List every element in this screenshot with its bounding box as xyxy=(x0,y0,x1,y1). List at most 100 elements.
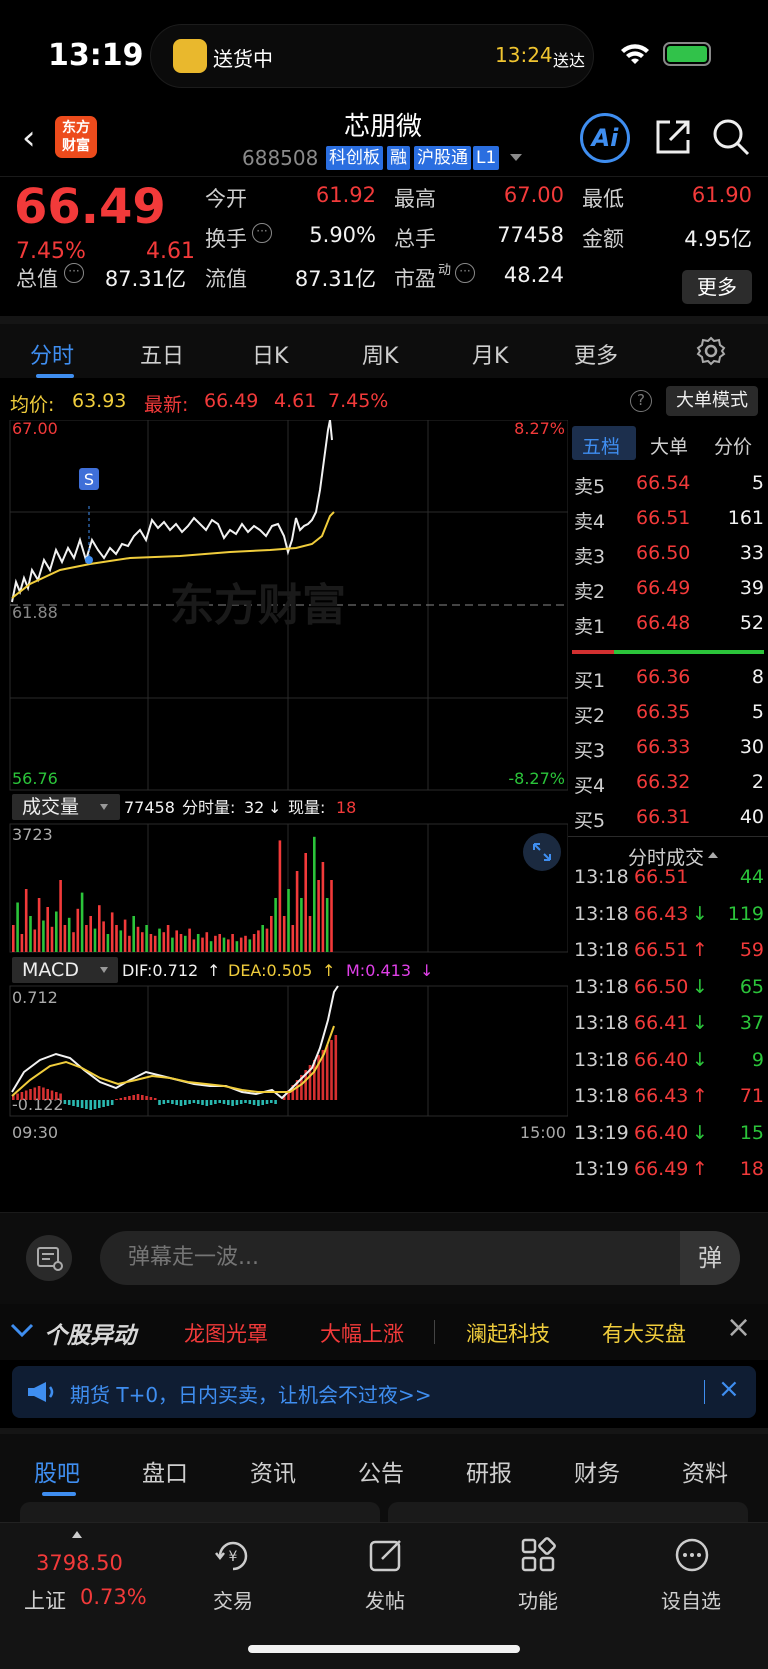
tab-profile[interactable]: 资料 xyxy=(682,1454,728,1488)
axis-top-price: 67.00 xyxy=(12,420,58,438)
macd-bar xyxy=(175,1100,178,1105)
nav-features[interactable]: 功能 xyxy=(493,1585,583,1614)
home-indicator[interactable] xyxy=(248,1645,520,1653)
info-icon[interactable]: ··· xyxy=(455,263,475,283)
tab-announcements[interactable]: 公告 xyxy=(358,1454,404,1488)
more-button[interactable]: 更多 xyxy=(682,270,752,304)
tag-margin[interactable]: 融 xyxy=(387,146,410,170)
movement-item[interactable]: 澜起科技 xyxy=(466,1318,550,1348)
bid-row[interactable]: 买4 66.32 2 xyxy=(568,771,764,801)
post-icon[interactable] xyxy=(368,1537,404,1573)
chevron-up-icon[interactable] xyxy=(708,852,718,858)
tag-level[interactable]: L1 xyxy=(473,146,500,170)
notice-text[interactable]: 期货 T+0，日内买卖，让机会不过夜>> xyxy=(70,1379,432,1408)
tick-row[interactable]: 13:18 66.43 ↓ 119 xyxy=(568,903,764,933)
chevron-down-icon[interactable] xyxy=(10,1322,34,1338)
danmu-settings-icon[interactable] xyxy=(26,1235,72,1281)
share-icon[interactable] xyxy=(654,118,692,156)
ask-row[interactable]: 卖3 66.50 33 xyxy=(568,542,764,572)
average-price-bar: 均价: 63.93 最新: 66.49 4.61 7.45% ? 大单模式 xyxy=(0,384,768,416)
close-icon[interactable]: × xyxy=(718,1374,740,1404)
brand-logo[interactable]: 东方 财富 xyxy=(55,116,97,158)
tick-row[interactable]: 13:19 66.40 ↓ 15 xyxy=(568,1122,764,1152)
macd-bar xyxy=(67,1100,71,1105)
change-percent: 7.45% xyxy=(16,239,86,264)
pe-value: 48.24 xyxy=(503,263,564,287)
tick-row[interactable]: 13:18 66.43 ↑ 71 xyxy=(568,1085,764,1115)
ask-row[interactable]: 卖5 66.54 5 xyxy=(568,472,764,502)
bid-volume: 30 xyxy=(739,736,764,758)
volume-bar xyxy=(20,934,24,952)
help-icon[interactable]: ? xyxy=(630,390,652,412)
tick-row[interactable]: 13:18 66.51 ↑ 59 xyxy=(568,939,764,969)
tag-star-market[interactable]: 科创板 xyxy=(326,146,383,170)
tick-time: 13:19 xyxy=(574,1158,629,1180)
tick-row[interactable]: 13:18 66.51 44 xyxy=(568,866,764,896)
down-arrow: ↓ xyxy=(268,798,281,817)
tab-five-day[interactable]: 五日 xyxy=(140,338,184,370)
movement-item[interactable]: 有大买盘 xyxy=(602,1318,686,1348)
bid-row[interactable]: 买1 66.36 8 xyxy=(568,666,764,696)
ask-row[interactable]: 卖4 66.51 161 xyxy=(568,507,764,537)
index-percent[interactable]: 0.73% xyxy=(80,1585,147,1609)
watchlist-icon[interactable] xyxy=(674,1537,710,1573)
search-icon[interactable] xyxy=(712,118,750,156)
ask-row[interactable]: 卖2 66.49 39 xyxy=(568,577,764,607)
tick-row[interactable]: 13:18 66.50 ↓ 65 xyxy=(568,976,764,1006)
tag-connect[interactable]: 沪股通 xyxy=(414,146,471,170)
tick-volume: 59 xyxy=(739,939,764,961)
danmu-toggle-button[interactable]: 弹 xyxy=(680,1231,740,1285)
ask-row[interactable]: 卖1 66.48 52 xyxy=(568,612,764,642)
intraday-chart[interactable]: 东方财富 67.00 8.27% 61.88 56.76 -8.27% S 成交… xyxy=(0,419,569,1210)
gear-icon[interactable] xyxy=(696,336,726,366)
tab-five-level[interactable]: 五档 xyxy=(582,432,620,459)
close-icon[interactable]: × xyxy=(726,1310,751,1345)
tab-financials[interactable]: 财务 xyxy=(574,1454,620,1488)
tab-monthly-k[interactable]: 月K xyxy=(472,338,508,370)
movement-item[interactable]: 大幅上涨 xyxy=(320,1318,404,1348)
back-button[interactable]: ‹ xyxy=(22,118,36,158)
time-start-label: 09:30 xyxy=(12,1123,58,1142)
bid-row[interactable]: 买3 66.33 30 xyxy=(568,736,764,766)
notice-banner[interactable]: 期货 T+0，日内买卖，让机会不过夜>> × xyxy=(12,1366,756,1418)
tab-intraday[interactable]: 分时 xyxy=(30,338,74,370)
tick-row[interactable]: 13:18 66.40 ↓ 9 xyxy=(568,1049,764,1079)
tab-more[interactable]: 更多 xyxy=(574,338,618,370)
nav-trade[interactable]: 交易 xyxy=(188,1585,278,1614)
expand-button[interactable] xyxy=(523,833,561,871)
volume-bar xyxy=(166,925,170,952)
latest-price-label: 最新: xyxy=(144,394,189,416)
tab-price-distribution[interactable]: 分价 xyxy=(714,432,752,459)
tab-orderbook[interactable]: 盘口 xyxy=(142,1454,188,1488)
tab-research[interactable]: 研报 xyxy=(466,1454,512,1488)
chevron-up-icon[interactable] xyxy=(72,1531,82,1538)
macd-dea: DEA:0.505 xyxy=(228,961,312,980)
chart-svg[interactable]: 东方财富 67.00 8.27% 61.88 56.76 -8.27% S 成交… xyxy=(0,419,569,1210)
tab-news[interactable]: 资讯 xyxy=(250,1454,296,1488)
index-value[interactable]: 3798.50 xyxy=(36,1551,123,1575)
index-name[interactable]: 上证 xyxy=(24,1585,66,1615)
info-icon[interactable]: ··· xyxy=(64,263,84,283)
tab-weekly-k[interactable]: 周K xyxy=(362,338,398,370)
tab-big-orders[interactable]: 大单 xyxy=(650,432,688,459)
tab-forum[interactable]: 股吧 xyxy=(34,1454,80,1488)
dynamic-island[interactable]: 送货中 13:24 送达 xyxy=(150,24,594,88)
bid-row[interactable]: 买2 66.35 5 xyxy=(568,701,764,731)
volume-bar xyxy=(304,853,307,952)
ai-button[interactable]: Ai xyxy=(580,113,630,163)
tab-daily-k[interactable]: 日K xyxy=(252,338,288,370)
danmu-input[interactable] xyxy=(100,1231,740,1285)
nav-watchlist[interactable]: 设自选 xyxy=(646,1585,736,1614)
bid-volume: 5 xyxy=(751,701,764,723)
trade-icon[interactable]: ¥ xyxy=(214,1537,252,1575)
features-icon[interactable] xyxy=(520,1537,556,1573)
big-order-mode-button[interactable]: 大单模式 xyxy=(666,386,758,416)
tick-row[interactable]: 13:19 66.49 ↑ 18 xyxy=(568,1158,764,1188)
movement-item[interactable]: 龙图光罩 xyxy=(184,1318,268,1348)
tick-row[interactable]: 13:18 66.41 ↓ 37 xyxy=(568,1012,764,1042)
bid-row[interactable]: 买5 66.31 40 xyxy=(568,806,764,836)
nav-post[interactable]: 发帖 xyxy=(340,1585,430,1614)
comment-bar: 弹 xyxy=(0,1212,768,1304)
chevron-down-icon[interactable] xyxy=(510,154,522,161)
info-icon[interactable]: ··· xyxy=(252,223,272,243)
